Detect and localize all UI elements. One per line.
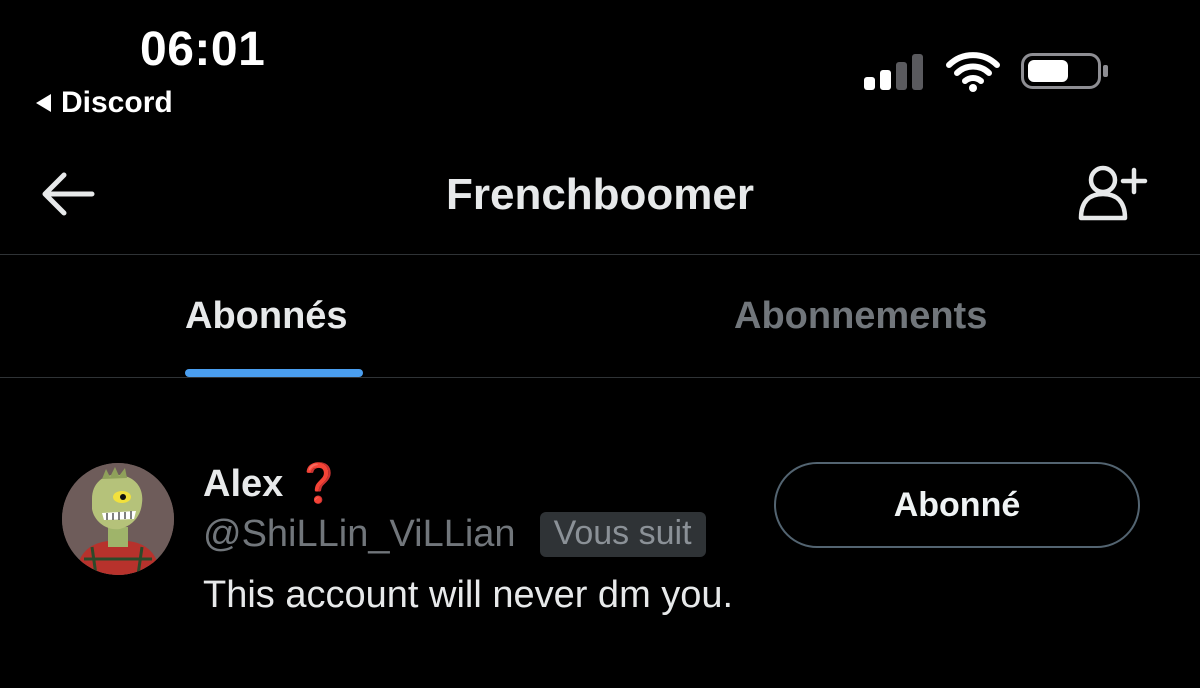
- user-bio: This account will never dm you.: [203, 574, 734, 616]
- user-name-line: Alex ❓: [203, 462, 343, 506]
- lizard-avatar-icon: [62, 463, 174, 575]
- avatar[interactable]: [62, 463, 174, 575]
- battery-icon: [1021, 53, 1108, 89]
- signal-bar: [896, 62, 907, 90]
- back-to-app-link[interactable]: Discord: [36, 86, 173, 120]
- question-mark-icon: ❓: [295, 463, 343, 505]
- status-time: 06:01: [140, 23, 266, 76]
- follows-you-badge: Vous suit: [539, 512, 706, 557]
- arrow-left-icon[interactable]: [40, 170, 96, 218]
- back-triangle-icon: [36, 94, 51, 112]
- signal-bar: [864, 77, 875, 90]
- app-screen: 06:01 Discord Frenchboomer Abonnés Abonn…: [0, 0, 1200, 688]
- signal-bar: [880, 70, 891, 90]
- follow-tabs: Abonnés Abonnements: [0, 255, 1200, 378]
- user-handle-line: @ShiLLin_ViLLian Vous suit: [203, 512, 706, 557]
- user-handle: @ShiLLin_ViLLian: [203, 513, 516, 555]
- tab-following[interactable]: Abonnements: [600, 255, 1200, 377]
- page-title: Frenchboomer: [445, 170, 755, 219]
- back-app-label: Discord: [61, 86, 173, 119]
- profile-header: Frenchboomer: [0, 130, 1200, 255]
- user-display-name[interactable]: Alex: [203, 463, 283, 506]
- tab-followers-label: Abonnés: [185, 295, 348, 337]
- person-add-icon[interactable]: [1078, 164, 1148, 222]
- tab-following-label: Abonnements: [734, 295, 988, 337]
- user-list-item[interactable]: Alex ❓ @ShiLLin_ViLLian Vous suit This a…: [0, 440, 1200, 640]
- following-button[interactable]: Abonné: [774, 462, 1140, 548]
- signal-bar: [912, 54, 923, 90]
- tab-followers[interactable]: Abonnés: [0, 255, 550, 377]
- active-tab-indicator: [185, 369, 363, 377]
- wifi-icon: [946, 52, 1000, 92]
- cellular-signal-icon: [864, 54, 924, 90]
- status-bar: 06:01 Discord: [0, 0, 1200, 130]
